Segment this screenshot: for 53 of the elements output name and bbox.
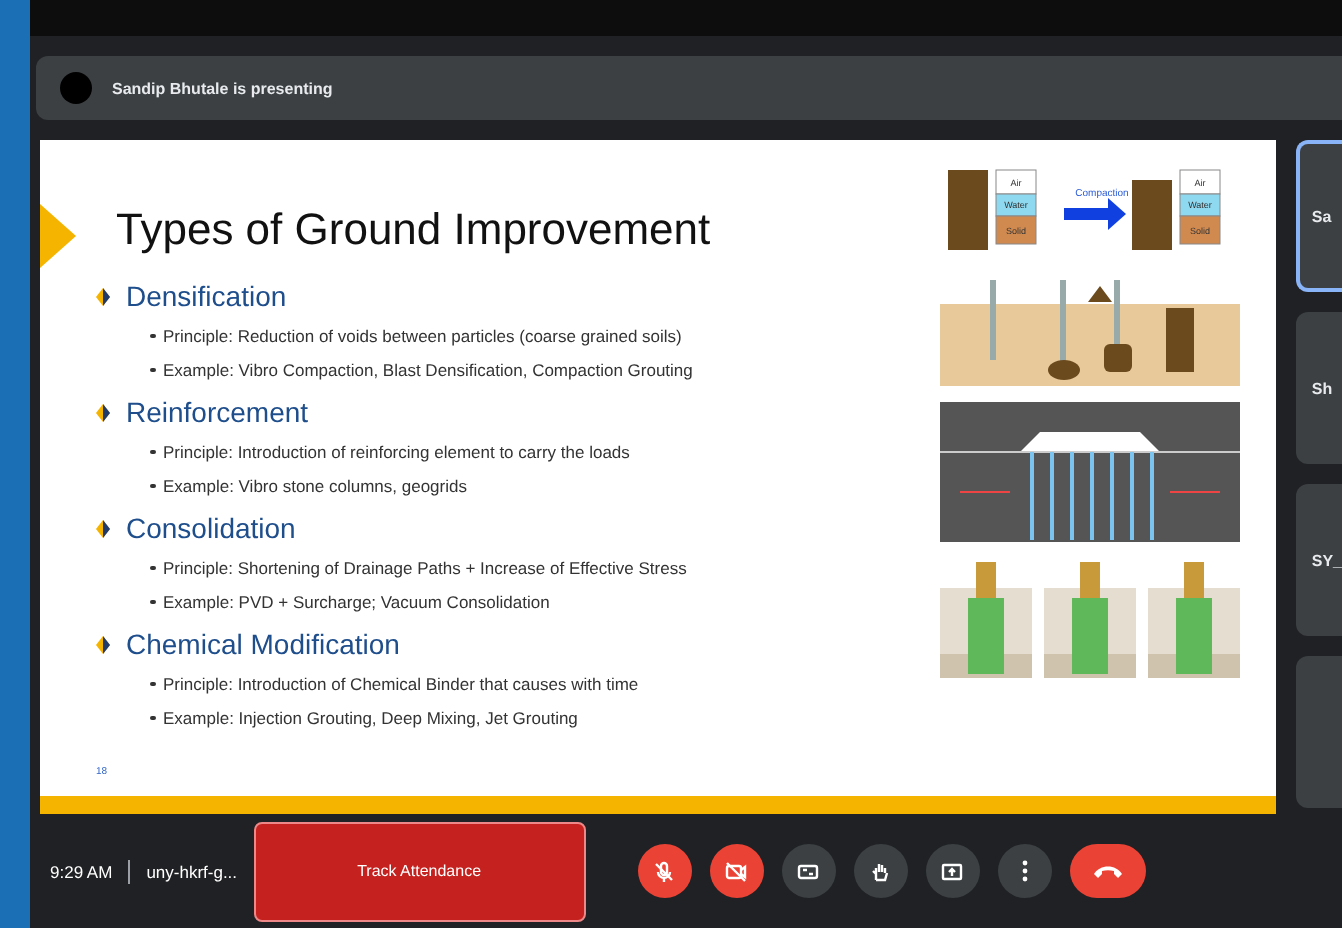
bullet-dot-icon: [150, 367, 155, 373]
diamond-bullet-icon: [96, 403, 110, 421]
participant-tile[interactable]: [1295, 656, 1342, 808]
hand-button[interactable]: [853, 844, 908, 898]
diamond-bullet-icon: [96, 287, 110, 305]
meeting-code: uny-hkrf-g...: [146, 861, 238, 881]
participant-name: SY_: [1311, 551, 1342, 569]
bullet-text: Example: Injection Grouting, Deep Mixing, Jet Grouting: [163, 708, 578, 728]
avatar: [60, 72, 92, 104]
captions-button[interactable]: [781, 844, 836, 898]
hand-icon: [868, 859, 893, 883]
bullet-dot-icon: [150, 565, 155, 571]
bullet-dot-icon: [150, 681, 155, 687]
slide-title: Types of Ground Improvement: [116, 204, 713, 256]
clock-time: 9:29 AM: [50, 861, 113, 881]
arrow-icon: [1063, 198, 1126, 230]
bullet-text: Principle: Introduction of Chemical Binder that causes with time: [163, 674, 639, 694]
section-heading: Reinforcement: [126, 396, 309, 428]
participant-tile[interactable]: Sa: [1295, 140, 1342, 292]
more-button[interactable]: [997, 844, 1052, 898]
bullet-dot-icon: [150, 333, 155, 339]
mic-button[interactable]: [637, 844, 692, 898]
diamond-bullet-icon: [96, 519, 110, 537]
section-heading: Consolidation: [126, 512, 296, 544]
hangup-button[interactable]: [1069, 844, 1146, 898]
bullet-text: Example: PVD + Surcharge; Vacuum Consolidation: [163, 592, 550, 612]
bullet-text: Principle: Reduction of voids between particles (coarse grained soils): [163, 326, 682, 346]
diamond-bullet-icon: [96, 635, 110, 653]
more-icon: [1021, 860, 1028, 882]
participant-name: Sh: [1311, 379, 1333, 397]
participant-name: Sa: [1311, 207, 1332, 225]
track-attendance-button[interactable]: Track Attendance: [253, 821, 586, 921]
bullet-dot-icon: [150, 715, 155, 721]
bullet-dot-icon: [150, 449, 155, 455]
phone-icon: [1093, 864, 1122, 878]
camera-button[interactable]: [709, 844, 764, 898]
bullet-dot-icon: [150, 599, 155, 605]
bullet-text: Example: Vibro Compaction, Blast Densification, Compaction Grouting: [163, 360, 693, 380]
mic-off-icon: [652, 859, 677, 883]
present-button[interactable]: [925, 844, 980, 898]
bullet-text: Example: Vibro stone columns, geogrids: [163, 476, 467, 496]
presenter-text: Sandip Bhutale is presenting: [112, 79, 333, 97]
bullet-text: Principle: Shortening of Drainage Paths + Increase of Effective Stress: [163, 558, 687, 578]
participant-tile[interactable]: SY_: [1295, 484, 1342, 636]
section-heading: Densification: [126, 280, 287, 312]
camera-off-icon: [724, 859, 749, 883]
present-screen-icon: [940, 859, 965, 883]
bullet-dot-icon: [150, 483, 155, 489]
triangle-icon: [40, 204, 76, 268]
section-heading: Chemical Modification: [126, 628, 400, 660]
participant-tile[interactable]: Sh: [1295, 312, 1342, 464]
bullet-text: Principle: Introduction of reinforcing element to carry the loads: [163, 442, 630, 462]
captions-icon: [796, 859, 821, 883]
